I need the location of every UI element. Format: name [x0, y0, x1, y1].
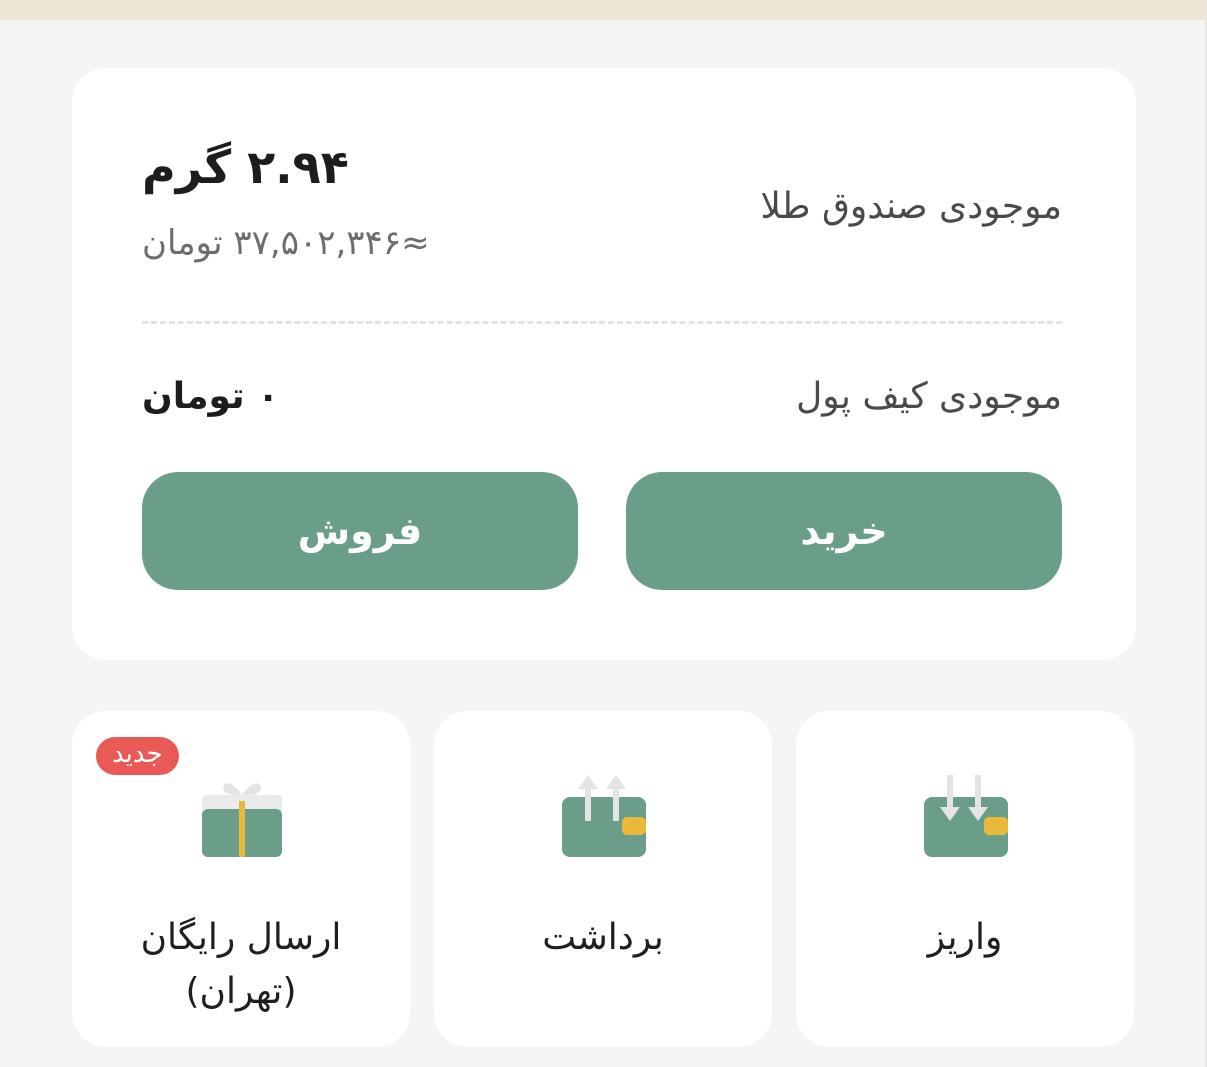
free-shipping-tile[interactable]: جدید ارسال رایگان (تهران) — [72, 711, 410, 1047]
buy-button[interactable]: خرید — [626, 472, 1062, 590]
withdraw-tile[interactable]: برداشت — [434, 711, 772, 1047]
wallet-withdraw-icon — [558, 771, 650, 863]
gift-box-icon — [196, 771, 288, 863]
top-strip — [0, 0, 1207, 20]
gold-toman-value: ≈۳۷,۵۰۲,۳۴۶ تومان — [142, 223, 430, 263]
new-badge: جدید — [96, 737, 179, 775]
wallet-deposit-icon — [920, 771, 1012, 863]
sell-button[interactable]: فروش — [142, 472, 578, 590]
withdraw-label: برداشت — [542, 917, 664, 958]
balance-card: موجودی صندوق طلا ۲.۹۴ گرم ≈۳۷,۵۰۲,۳۴۶ تو… — [72, 68, 1136, 660]
free-shipping-line2: (تهران) — [185, 971, 297, 1012]
free-shipping-label: ارسال رایگان (تهران) — [72, 911, 410, 1019]
gold-grams-value: ۲.۹۴ گرم — [142, 140, 349, 194]
gold-fund-balance-label: موجودی صندوق طلا — [760, 186, 1062, 227]
deposit-label: واریز — [927, 917, 1003, 958]
deposit-tile[interactable]: واریز — [796, 711, 1134, 1047]
wallet-balance-label: موجودی کیف پول — [796, 376, 1062, 417]
wallet-balance-value: ۰ تومان — [142, 376, 280, 417]
dashed-divider — [142, 321, 1062, 324]
free-shipping-line1: ارسال رایگان — [140, 917, 342, 958]
